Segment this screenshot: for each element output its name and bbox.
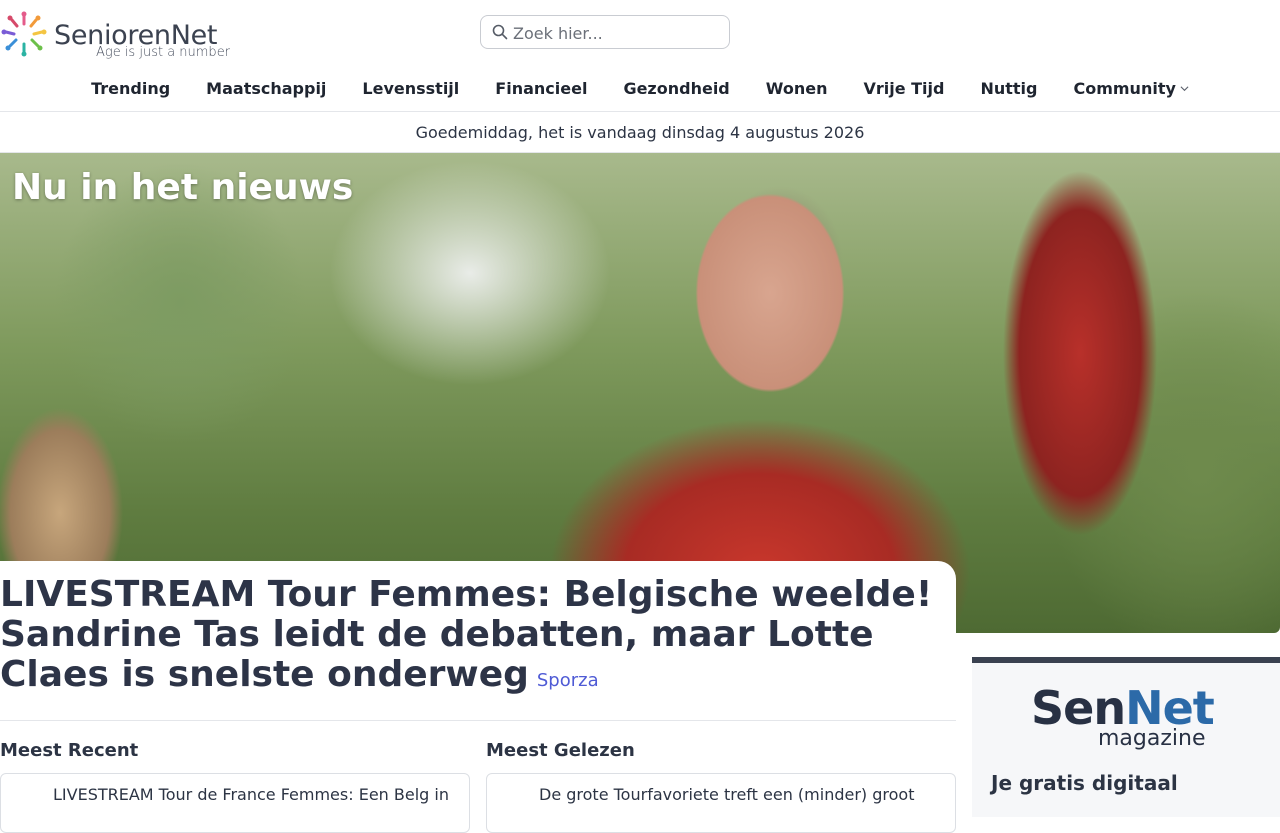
search-input[interactable]	[513, 22, 723, 44]
nav-item-financieel[interactable]: Financieel	[477, 72, 605, 104]
logo-tagline: Age is just a number	[96, 45, 231, 60]
nav-item-wonen[interactable]: Wonen	[748, 72, 846, 104]
site-logo[interactable]: SeniorenNet Age is just a number	[0, 8, 240, 64]
headline-source-link[interactable]: Sporza	[537, 670, 599, 691]
headline[interactable]: LIVESTREAM Tour Femmes: Belgische weelde…	[0, 575, 956, 701]
nav-item-community[interactable]: Community	[1055, 72, 1206, 104]
nav-item-vrije-tijd[interactable]: Vrije Tijd	[845, 72, 962, 104]
headline-card[interactable]: LIVESTREAM Tour Femmes: Belgische weelde…	[0, 561, 956, 721]
magazine-sidebar: SenNet magazine Je gratis digitaal	[972, 657, 1280, 817]
main-nav: Trending Maatschappij Levensstijl Financ…	[0, 72, 1280, 104]
site-header: SeniorenNet Age is just a number Trendin…	[0, 0, 1280, 112]
nav-item-levensstijl[interactable]: Levensstijl	[344, 72, 477, 104]
magazine-logo[interactable]: SenNet magazine	[1031, 681, 1231, 761]
magazine-subtitle: magazine	[1098, 726, 1206, 751]
logo-people-icon	[1, 11, 47, 57]
greeting-bar: Goedemiddag, het is vandaag dinsdag 4 au…	[0, 113, 1280, 153]
chevron-down-icon	[1180, 85, 1189, 91]
search-icon	[492, 24, 508, 40]
popular-list-item[interactable]: De grote Tourfavoriete treft een (minder…	[486, 773, 956, 833]
popular-item-title: De grote Tourfavoriete treft een (minder…	[539, 785, 915, 804]
nav-item-nuttig[interactable]: Nuttig	[962, 72, 1055, 104]
hero-section-title: Nu in het nieuws	[12, 167, 354, 208]
headline-text: LIVESTREAM Tour Femmes: Belgische weelde…	[0, 574, 933, 695]
magazine-promo: Je gratis digitaal	[991, 771, 1178, 795]
recent-title: Meest Recent	[0, 740, 139, 761]
nav-item-gezondheid[interactable]: Gezondheid	[605, 72, 747, 104]
search-box[interactable]	[480, 15, 730, 49]
nav-item-maatschappij[interactable]: Maatschappij	[188, 72, 344, 104]
popular-title: Meest Gelezen	[486, 740, 635, 761]
nav-item-community-label: Community	[1073, 78, 1176, 98]
recent-item-title: LIVESTREAM Tour de France Femmes: Een Be…	[53, 785, 449, 804]
nav-item-trending[interactable]: Trending	[73, 72, 188, 104]
recent-list-item[interactable]: LIVESTREAM Tour de France Femmes: Een Be…	[0, 773, 470, 833]
